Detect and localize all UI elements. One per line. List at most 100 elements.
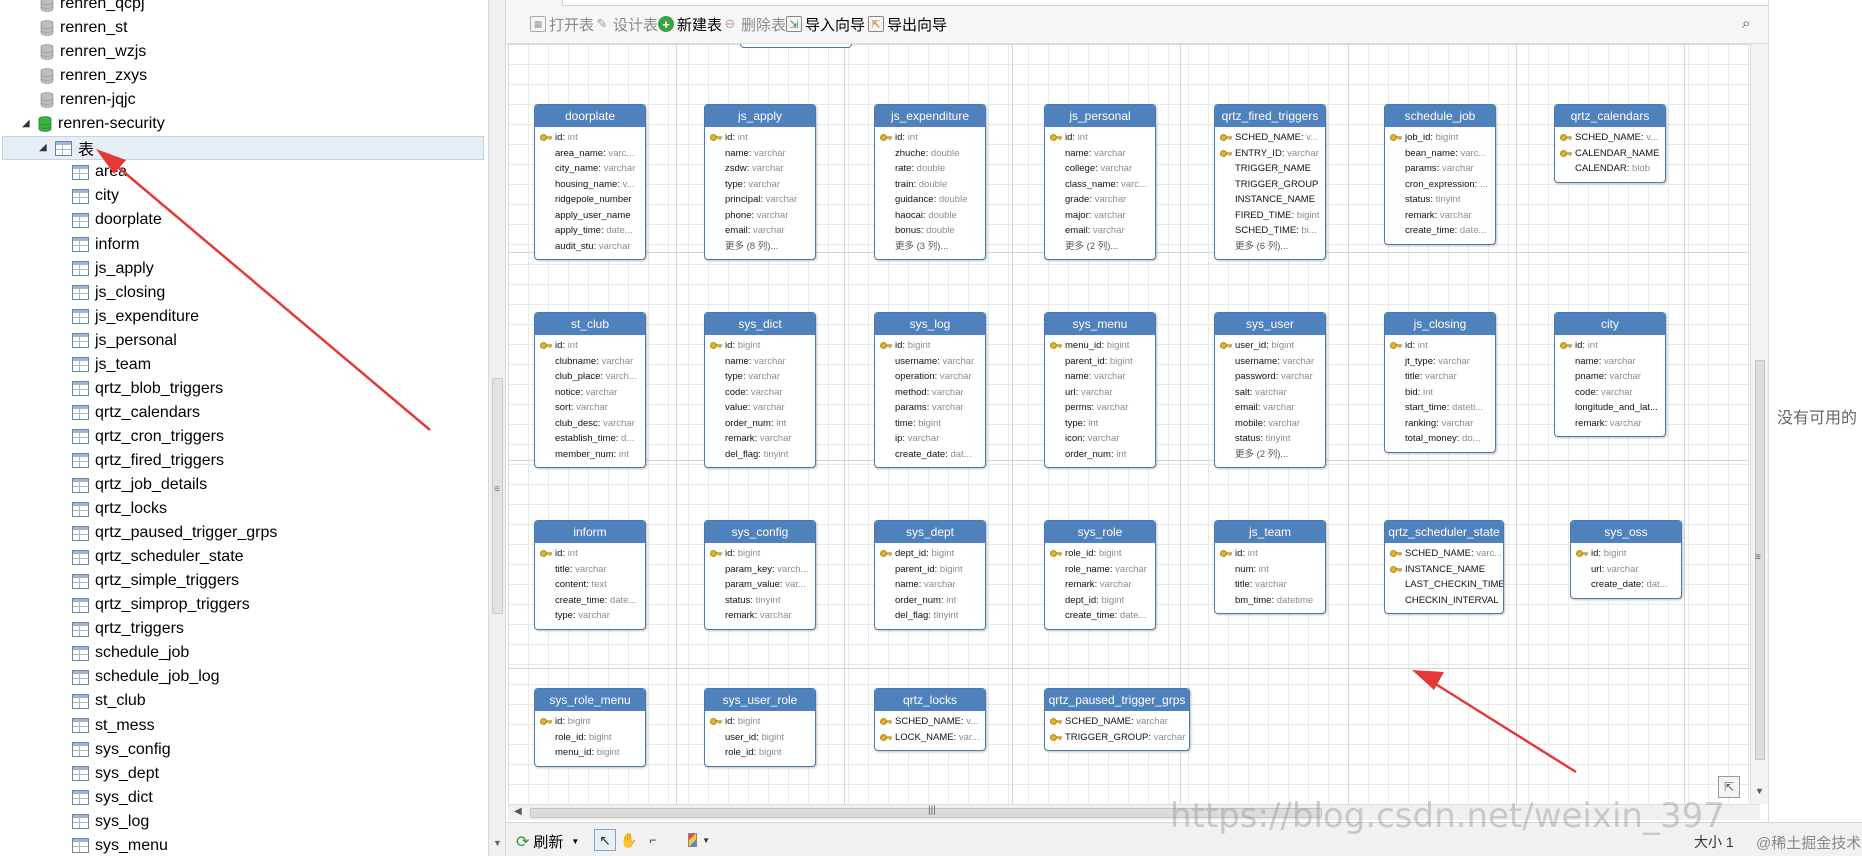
entity-field: order_num: int [725,417,787,429]
entity-table[interactable]: sys_config id: bigint param_key: varch... p… [704,520,816,630]
tree-item-table[interactable]: qrtz_triggers [72,617,184,641]
field-name: dept_id [895,548,927,559]
tree-item-table[interactable]: qrtz_fired_triggers [72,449,224,473]
tree-item-table[interactable]: sys_dept [72,762,159,786]
tree-item-table[interactable]: st_mess [72,714,155,738]
tree-item-table[interactable]: qrtz_cron_triggers [72,425,224,449]
tree-item-table[interactable]: doorplate [72,208,162,232]
entity-table[interactable]: qrtz_scheduler_state SCHED_NAME: varc... I… [1384,520,1504,614]
tree-item-table[interactable]: st_club [72,689,146,713]
entity-table[interactable]: js_team id: int num: int title: varchar bm_t… [1214,520,1326,614]
tree-scrollbar-thumb[interactable] [492,378,503,614]
er-diagram-canvas[interactable]: doorplate id: int area_name: varc... city_n… [508,44,1760,804]
table-icon [72,621,89,637]
export-wizard-button[interactable]: ⇱ 导出向导 [868,14,947,34]
field-type: int [618,448,629,460]
scroll-down-icon[interactable]: ▼ [1755,786,1764,796]
open-table-button[interactable]: ▦ 打开表 [530,14,594,34]
tree-item-table[interactable]: js_expenditure [72,305,199,329]
refresh-button[interactable]: ⟳ 刷新 ▼ [516,831,579,852]
scroll-left-icon[interactable]: ◀ [514,806,522,817]
entity-table[interactable]: inform id: int title: varchar content: text… [534,520,646,630]
line-tool-button[interactable]: ⌐ [642,829,664,851]
entity-table[interactable]: sys_log id: bigint username: varchar operat… [874,312,986,468]
entity-table[interactable]: js_personal id: int name: varchar college: … [1044,104,1156,260]
entity-table[interactable]: sys_dept dept_id: bigint parent_id: bigint… [874,520,986,630]
fit-view-icon[interactable]: ⇱ [1718,776,1740,798]
tree-item-table[interactable]: qrtz_scheduler_state [72,545,244,569]
tree-item-table[interactable]: qrtz_simple_triggers [72,569,239,593]
table-icon [72,357,89,373]
tree-item-database[interactable]: renren-jqjc [40,88,136,112]
field-type: varchar [751,163,784,174]
object-tree[interactable]: renren_qcpj renren_st renren_wzjs renren_zx… [0,0,488,856]
entity-table[interactable]: city id: int name: varchar pname: varchar co… [1554,312,1666,437]
tree-item-tables-folder[interactable]: ◢ 表 [2,136,484,161]
field-type: v... [1646,132,1659,143]
entity-table[interactable]: sys_oss id: bigint url: varchar create_date… [1570,520,1682,599]
entity-table[interactable]: qrtz_calendars SCHED_NAME: v... CALENDAR_N… [1554,104,1666,183]
scroll-down-icon[interactable]: ▼ [493,838,502,848]
entity-table[interactable]: doorplate id: int area_name: varc... city_n… [534,104,646,260]
delete-table-button[interactable]: ⊖ 删除表 [722,14,786,34]
tree-item-table[interactable]: js_personal [72,329,177,353]
design-table-button[interactable]: ✎ 设计表 [594,14,658,34]
entity-table[interactable]: sys_user user_id: bigint username: varchar… [1214,312,1326,468]
tree-item-table[interactable]: js_closing [72,281,165,305]
tree-item-table[interactable]: qrtz_job_details [72,473,207,497]
tree-item-table[interactable]: sys_dict [72,786,153,810]
field-type: double [918,178,948,190]
entity-table[interactable]: js_closing id: int jt_type: varchar title: … [1384,312,1496,453]
hand-tool-button[interactable]: ✋ [618,829,640,851]
tree-item-table[interactable]: qrtz_blob_triggers [72,377,223,401]
entity-table[interactable]: sys_user_role id: bigint user_id: bigint ro… [704,688,816,767]
tree-item-table[interactable]: area [72,160,127,184]
entity-table[interactable]: qrtz_paused_trigger_grps SCHED_NAME: varc… [1044,688,1190,751]
entity-table[interactable]: sys_role role_id: bigint role_name: varcha… [1044,520,1156,630]
entity-table[interactable]: js_expenditure id: int zhuche: double rate:… [874,104,986,260]
entity-table[interactable]: schedule_job job_id: bigint bean_name: var… [1384,104,1496,245]
field-name: create_time [555,594,605,606]
tree-item-database[interactable]: renren_zxys [40,64,147,88]
tree-item-database[interactable]: renren_qcpj [40,0,145,16]
field-name: user_id [1235,340,1267,351]
import-wizard-button[interactable]: ⇲ 导入向导 [786,14,865,34]
tree-item-table[interactable]: inform [72,233,139,257]
field-name: num [1235,563,1254,575]
tree-item-table[interactable]: sys_config [72,738,171,762]
field-name: TRIGGER_GROUP [1065,731,1149,743]
primary-key-icon [1220,149,1232,157]
tree-item-active-database[interactable]: ◢ renren-security [22,112,165,136]
primary-key-icon [880,550,892,557]
tree-item-database[interactable]: renren_st [40,16,128,40]
tree-item-database[interactable]: renren_wzjs [40,40,146,64]
entity-table[interactable]: js_apply id: int name: varchar zsdw: varcha… [704,104,816,260]
tree-item-table[interactable]: schedule_job [72,641,189,665]
entity-table[interactable]: sys_dict id: bigint name: varchar type: var… [704,312,816,468]
tree-item-table[interactable]: city [72,184,119,208]
entity-table[interactable]: qrtz_locks SCHED_NAME: v... LOCK_NAME: var… [874,688,986,751]
tree-item-table[interactable]: qrtz_locks [72,497,167,521]
tree-scrollbar[interactable]: ≡ ▼ [488,0,506,856]
field-type: varchar [754,147,786,159]
entity-table[interactable]: st_club id: int clubname: varchar club_plac… [534,312,646,468]
search-icon[interactable]: ⌕ [1742,15,1750,32]
entity-field: id: int [535,546,645,562]
new-table-button[interactable]: + 新建表 [658,14,722,34]
tree-item-table[interactable]: sys_log [72,810,149,834]
expand-arrow-icon[interactable]: ◢ [39,143,49,153]
entity-table[interactable]: sys_menu menu_id: bigint parent_id: bigint… [1044,312,1156,468]
entity-table[interactable]: qrtz_fired_triggers SCHED_NAME: v... ENTRY… [1214,104,1326,260]
tree-item-table[interactable]: js_apply [72,257,154,281]
tree-item-table[interactable]: js_team [72,353,151,377]
canvas-vertical-scrollbar[interactable]: ≡ ▼ [1750,44,1768,804]
tree-item-table[interactable]: sys_menu [72,834,168,856]
entity-table[interactable]: sys_role_menu id: bigint role_id: bigint me… [534,688,646,767]
tree-item-table[interactable]: qrtz_paused_trigger_grps [72,521,277,545]
tree-item-table[interactable]: qrtz_calendars [72,401,200,425]
pointer-tool-button[interactable]: ↖ [594,829,616,851]
expand-arrow-icon[interactable]: ◢ [22,119,32,129]
tree-item-table[interactable]: qrtz_simprop_triggers [72,593,250,617]
tree-item-table[interactable]: schedule_job_log [72,665,220,689]
color-tool-button[interactable]: ▼ [688,829,710,851]
